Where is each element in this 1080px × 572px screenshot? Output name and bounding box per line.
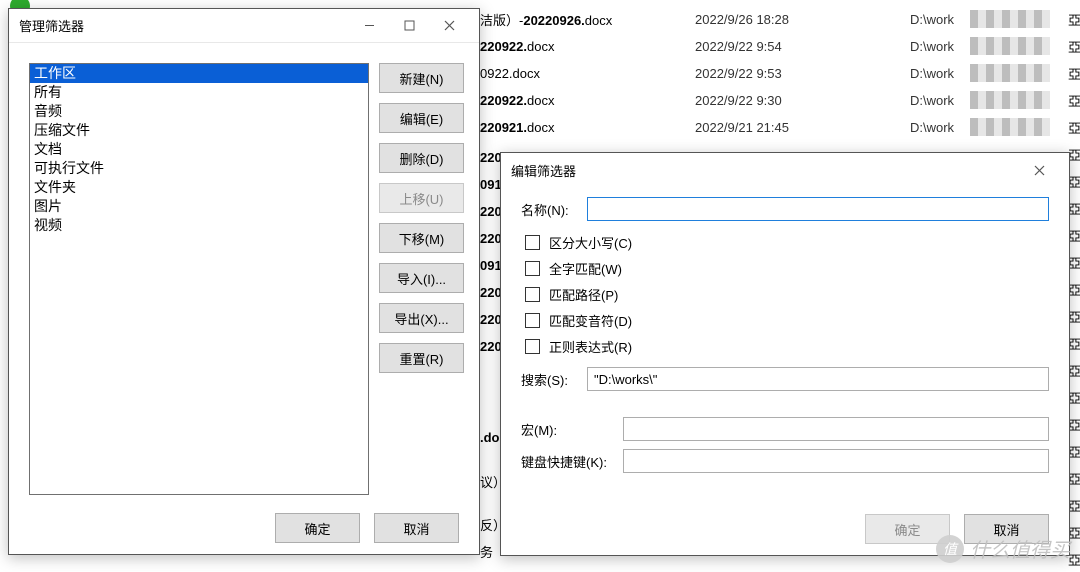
import-button[interactable]: 导入(I)...	[379, 263, 464, 293]
close-button[interactable]	[429, 12, 469, 40]
file-name: 0922.docx	[480, 66, 680, 81]
watermark: 值 什么值得买	[936, 534, 1070, 563]
file-name: 220922.docx	[480, 93, 680, 108]
name-label: 名称(N):	[521, 200, 587, 219]
partial-text: 220	[480, 231, 502, 246]
row-edge	[1068, 33, 1080, 59]
watermark-icon: 值	[936, 535, 964, 563]
edit-close-button[interactable]	[1019, 156, 1059, 184]
partial-text: 220	[480, 285, 502, 300]
file-date: 2022/9/22 9:53	[695, 66, 855, 81]
window-controls	[349, 12, 469, 40]
manage-filters-dialog: 管理筛选器 工作区所有音频压缩文件文档可执行文件文件夹图片视频 新建(N) 编辑…	[8, 8, 480, 555]
manage-title: 管理筛选器	[19, 16, 84, 35]
edit-title: 编辑筛选器	[511, 161, 576, 180]
row-edge	[1068, 114, 1080, 140]
manage-titlebar[interactable]: 管理筛选器	[9, 9, 479, 43]
filters-listbox[interactable]: 工作区所有音频压缩文件文档可执行文件文件夹图片视频	[29, 63, 369, 495]
partial-text: 220	[480, 339, 502, 354]
search-input[interactable]	[587, 367, 1049, 391]
chk-case[interactable]	[525, 235, 540, 250]
move-up-button: 上移(U)	[379, 183, 464, 213]
edit-window-controls	[1019, 156, 1059, 184]
hotkey-input[interactable]	[623, 449, 1049, 473]
partial-text: 091	[480, 258, 502, 273]
side-buttons: 新建(N) 编辑(E) 删除(D) 上移(U) 下移(M) 导入(I)... 导…	[379, 63, 464, 373]
macro-label: 宏(M):	[521, 420, 623, 439]
row-edge	[1068, 6, 1080, 32]
chk-diacritic-label: 匹配变音符(D)	[549, 311, 632, 330]
chk-path[interactable]	[525, 287, 540, 302]
filter-item[interactable]: 可执行文件	[30, 159, 368, 178]
hotkey-label: 键盘快捷键(K):	[521, 452, 623, 471]
manage-ok-button[interactable]: 确定	[275, 513, 360, 543]
move-down-button[interactable]: 下移(M)	[379, 223, 464, 253]
new-button[interactable]: 新建(N)	[379, 63, 464, 93]
file-date: 2022/9/22 9:30	[695, 93, 855, 108]
filter-item[interactable]: 图片	[30, 197, 368, 216]
filter-item[interactable]: 文档	[30, 140, 368, 159]
redacted-area	[970, 118, 1050, 136]
redacted-area	[970, 91, 1050, 109]
redacted-area	[970, 10, 1050, 28]
file-name: 220922.docx	[480, 39, 680, 54]
row-edge	[1068, 60, 1080, 86]
row-edge	[1068, 87, 1080, 113]
export-button[interactable]: 导出(X)...	[379, 303, 464, 333]
file-date: 2022/9/21 21:45	[695, 120, 855, 135]
redacted-area	[970, 37, 1050, 55]
filter-item[interactable]: 压缩文件	[30, 121, 368, 140]
filter-item[interactable]: 工作区	[30, 64, 368, 83]
file-date: 2022/9/26 18:28	[695, 12, 855, 27]
watermark-text: 什么值得买	[970, 534, 1070, 563]
maximize-button[interactable]	[389, 12, 429, 40]
partial-text: 务	[480, 542, 493, 561]
chk-regex[interactable]	[525, 339, 540, 354]
edit-titlebar[interactable]: 编辑筛选器	[501, 153, 1069, 187]
filter-item[interactable]: 视频	[30, 216, 368, 235]
partial-text: 091	[480, 177, 502, 192]
search-label: 搜索(S):	[521, 370, 587, 389]
macro-input[interactable]	[623, 417, 1049, 441]
edit-filter-dialog: 编辑筛选器 名称(N): 区分大小写(C) 全字匹配(W) 匹配路径(P) 匹配…	[500, 152, 1070, 556]
redacted-area	[970, 64, 1050, 82]
file-name: 洁版）-20220926.docx	[480, 10, 680, 29]
edit-button[interactable]: 编辑(E)	[379, 103, 464, 133]
manage-cancel-button[interactable]: 取消	[374, 513, 459, 543]
reset-button[interactable]: 重置(R)	[379, 343, 464, 373]
minimize-button[interactable]	[349, 12, 389, 40]
filter-item[interactable]: 所有	[30, 83, 368, 102]
file-date: 2022/9/22 9:54	[695, 39, 855, 54]
chk-whole[interactable]	[525, 261, 540, 276]
delete-button[interactable]: 删除(D)	[379, 143, 464, 173]
filter-item[interactable]: 文件夹	[30, 178, 368, 197]
file-name: 220921.docx	[480, 120, 680, 135]
chk-diacritic[interactable]	[525, 313, 540, 328]
chk-case-label: 区分大小写(C)	[549, 233, 632, 252]
chk-whole-label: 全字匹配(W)	[549, 259, 622, 278]
chk-path-label: 匹配路径(P)	[549, 285, 618, 304]
name-input[interactable]	[587, 197, 1049, 221]
partial-text: .do	[480, 430, 500, 445]
partial-text: 220	[480, 150, 502, 165]
filter-item[interactable]: 音频	[30, 102, 368, 121]
partial-text: 220	[480, 204, 502, 219]
chk-regex-label: 正则表达式(R)	[549, 337, 632, 356]
manage-bottom-buttons: 确定 取消	[9, 502, 479, 554]
partial-text: 220	[480, 312, 502, 327]
